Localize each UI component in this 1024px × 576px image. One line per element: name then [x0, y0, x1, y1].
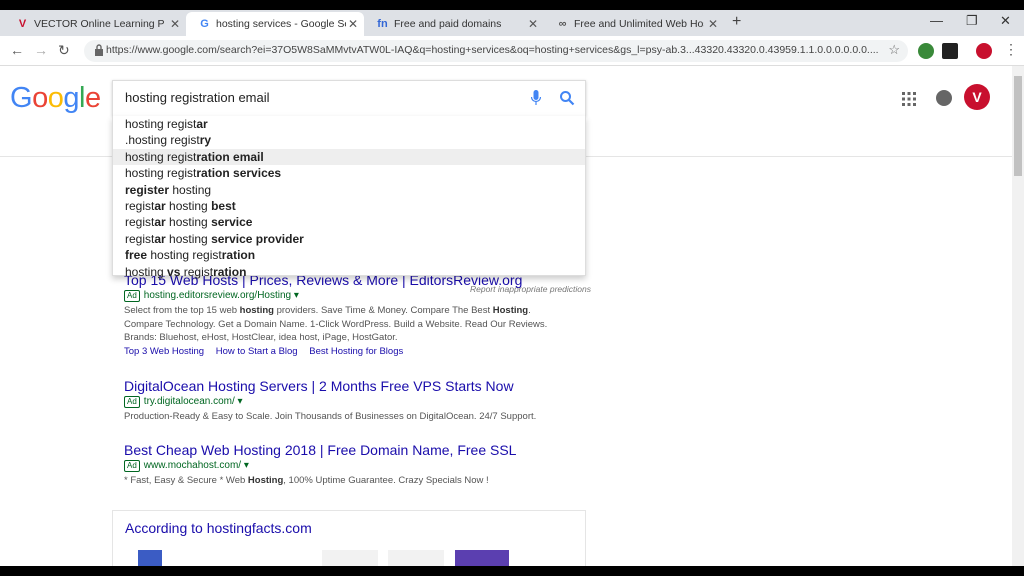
suggestion-item[interactable]: free hosting registration — [113, 247, 585, 263]
search-result: Top 15 Web Hosts | Prices, Reviews & Mor… — [124, 272, 584, 357]
minimize-button[interactable]: — — [930, 13, 943, 28]
suggestion-item[interactable]: registar hosting service provider — [113, 231, 585, 247]
suggestion-item[interactable]: register hosting — [113, 182, 585, 198]
thumbnail-image[interactable] — [322, 550, 378, 566]
tab-google-search[interactable]: G hosting services - Google Search ✕ — [186, 12, 364, 36]
page-scrollbar[interactable] — [1012, 66, 1024, 566]
close-window-button[interactable]: ✕ — [1000, 13, 1011, 29]
account-avatar[interactable]: V — [964, 84, 990, 110]
extension-globe-icon[interactable] — [918, 43, 934, 59]
sitelink[interactable]: Top 3 Web Hosting — [124, 346, 204, 357]
tab-strip: V VECTOR Online Learning Platform ✕ G ho… — [0, 10, 1024, 36]
scrollbar-thumb[interactable] — [1014, 76, 1022, 176]
google-logo[interactable]: Google — [10, 82, 101, 115]
browser-toolbar: ← → ↻ https://www.google.com/search?ei=3… — [0, 36, 1024, 66]
thumbnail-image[interactable] — [388, 550, 444, 566]
suggestion-item[interactable]: hosting registar — [113, 116, 585, 132]
thumbnail-image[interactable] — [138, 550, 162, 566]
forward-icon[interactable]: → — [34, 42, 48, 58]
close-tab-icon[interactable]: ✕ — [348, 12, 358, 36]
suggestion-item[interactable]: registar hosting best — [113, 198, 585, 214]
search-result: Best Cheap Web Hosting 2018 | Free Domai… — [124, 442, 584, 488]
profile-icon[interactable] — [976, 43, 992, 59]
vector-logo-icon: V — [18, 18, 27, 30]
search-icon[interactable] — [559, 90, 575, 106]
result-url: Ad try.digitalocean.com/ ▾ — [124, 396, 584, 408]
microphone-icon[interactable] — [531, 90, 541, 106]
result-description: Production-Ready & Easy to Scale. Join T… — [124, 411, 537, 422]
result-title-link[interactable]: DigitalOcean Hosting Servers | 2 Months … — [124, 378, 584, 394]
search-box[interactable]: hosting registration email — [112, 80, 586, 116]
apps-grid-icon[interactable] — [902, 92, 916, 106]
result-url: Ad www.mochahost.com/ ▾ — [124, 460, 584, 472]
ad-badge: Ad — [124, 460, 140, 472]
tab-vector[interactable]: V VECTOR Online Learning Platform ✕ — [4, 12, 186, 36]
back-icon[interactable]: ← — [10, 42, 24, 58]
autocomplete-dropdown: hosting registar .hosting registry hosti… — [112, 116, 586, 279]
freenom-icon: fn — [377, 18, 388, 30]
sitelink[interactable]: Best Hosting for Blogs — [309, 346, 403, 357]
lock-icon — [95, 44, 103, 56]
close-tab-icon[interactable]: ✕ — [528, 12, 538, 36]
extension-pdf-icon[interactable] — [942, 43, 958, 59]
suggestion-item[interactable]: hosting vs registration — [113, 264, 585, 280]
menu-icon[interactable]: ⋮ — [1004, 41, 1018, 58]
search-result: DigitalOcean Hosting Servers | 2 Months … — [124, 378, 584, 424]
notifications-icon[interactable] — [936, 90, 952, 106]
sitelink[interactable]: How to Start a Blog — [216, 346, 298, 357]
result-url: Ad hosting.editorsreview.org/Hosting ▾ — [124, 290, 584, 302]
browser-window: V VECTOR Online Learning Platform ✕ G ho… — [0, 10, 1024, 566]
close-tab-icon[interactable]: ✕ — [708, 12, 718, 36]
tab-freenom[interactable]: fn Free and paid domains ✕ — [364, 12, 544, 36]
reload-icon[interactable]: ↻ — [58, 42, 70, 59]
bookmark-star-icon[interactable]: ☆ — [888, 42, 900, 58]
thumbnail-image[interactable] — [455, 550, 509, 566]
suggestion-item[interactable]: .hosting registry — [113, 132, 585, 148]
result-description: Select from the top 15 web hosting provi… — [124, 305, 548, 343]
suggestion-item[interactable]: registar hosting service — [113, 214, 585, 230]
infinity-icon: ∞ — [558, 18, 567, 30]
result-description: * Fast, Easy & Secure * Web Hosting, 100… — [124, 475, 489, 486]
restore-button[interactable]: ❐ — [966, 13, 978, 29]
ad-badge: Ad — [124, 290, 140, 302]
suggestion-item-highlighted[interactable]: hosting registration email — [113, 148, 585, 166]
ad-badge: Ad — [124, 396, 140, 408]
featured-snippet-title[interactable]: According to hostingfacts.com — [125, 520, 312, 536]
result-title-link[interactable]: Best Cheap Web Hosting 2018 | Free Domai… — [124, 442, 584, 458]
google-g-icon: G — [200, 18, 209, 30]
search-input[interactable]: hosting registration email — [125, 90, 270, 105]
address-bar[interactable]: https://www.google.com/search?ei=37O5W8S… — [84, 40, 908, 62]
tab-web-hosting[interactable]: ∞ Free and Unlimited Web Hosting ✕ — [544, 12, 724, 36]
new-tab-button[interactable]: + — [732, 13, 741, 31]
close-tab-icon[interactable]: ✕ — [170, 12, 180, 36]
sitelinks: Top 3 Web Hosting How to Start a Blog Be… — [124, 346, 584, 357]
url-text: https://www.google.com/search?ei=37O5W8S… — [106, 44, 879, 56]
suggestion-item[interactable]: hosting registration services — [113, 165, 585, 181]
